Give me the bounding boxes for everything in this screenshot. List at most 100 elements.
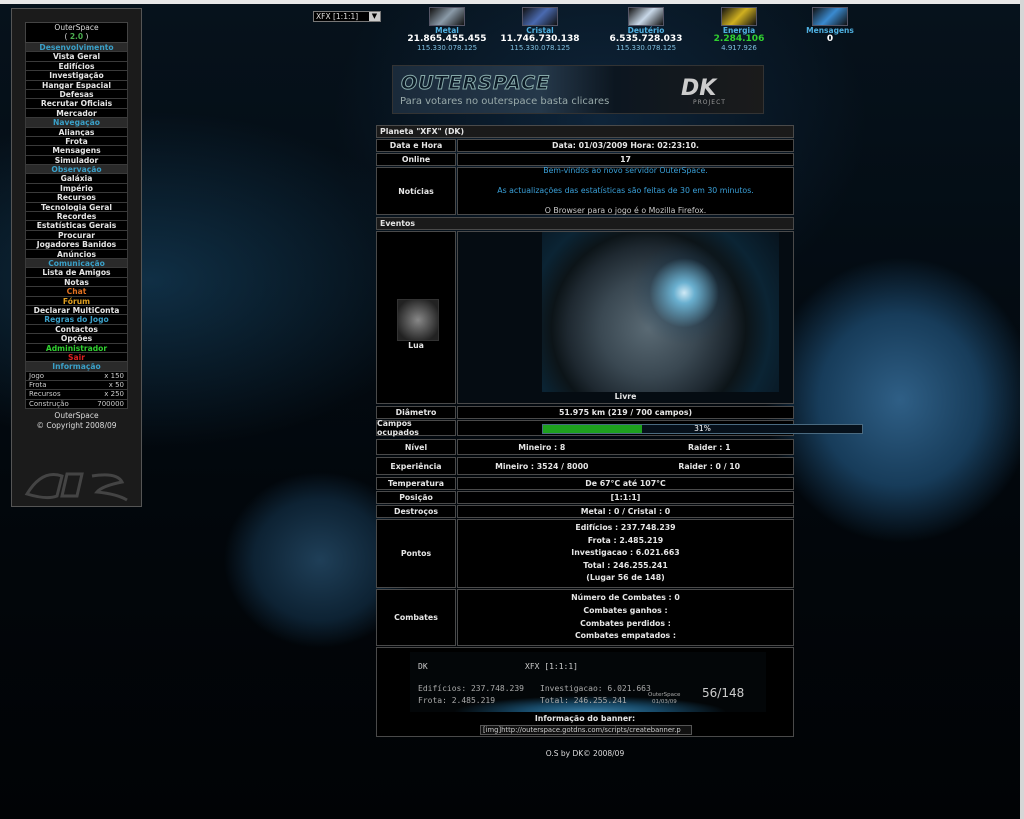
sig-rank: 56/148 bbox=[702, 686, 745, 700]
resource-cristal[interactable]: Cristal 11.746.730.138 115.330.078.125 bbox=[500, 7, 580, 52]
menu-item-vista-geral[interactable]: Vista Geral bbox=[25, 52, 128, 62]
browser-top-edge bbox=[0, 0, 1024, 4]
menu-section-informacao: Informação bbox=[25, 362, 128, 372]
server-info-label: Frota bbox=[29, 380, 47, 389]
signature-box: DK XFX [1:1:1] Edifícios: 237.748.239 In… bbox=[376, 647, 794, 737]
menu-item-aliancas[interactable]: Alianças bbox=[25, 127, 128, 137]
resource-metal[interactable]: Metal 21.865.455.455 115.330.078.125 bbox=[407, 7, 487, 52]
menu-item-regras-do-jogo[interactable]: Regras do Jogo bbox=[25, 315, 128, 325]
signature-url-field[interactable]: [img]http://outerspace.gotdns.com/script… bbox=[480, 725, 692, 735]
menu-item-edificios[interactable]: Edifícios bbox=[25, 61, 128, 72]
resource-amount: 2.284.106 bbox=[713, 34, 765, 44]
menu-item-defesas[interactable]: Defesas bbox=[25, 89, 128, 100]
combat-box: Número de Combates : 0 Combates ganhos :… bbox=[457, 589, 794, 646]
vote-banner[interactable]: OUTERSPACE Para votares no outerspace ba… bbox=[392, 65, 764, 114]
resource-energia[interactable]: Energia 2.284.106 4.917.926 bbox=[699, 7, 779, 52]
resource-amount: 11.746.730.138 bbox=[500, 34, 580, 44]
resource-amount: 6.535.728.033 bbox=[609, 34, 683, 44]
debris-label: Destroços bbox=[376, 505, 456, 518]
left-menu: OuterSpace ( 2.0 ) Desenvolvimento Vista … bbox=[11, 8, 142, 507]
menu-item-jogadores-banidos[interactable]: Jogadores Banidos bbox=[25, 240, 128, 250]
metal-icon bbox=[429, 7, 465, 26]
left-menu-inner: OuterSpace ( 2.0 ) Desenvolvimento Vista … bbox=[25, 22, 128, 431]
mensagens-icon bbox=[812, 7, 848, 26]
temp-label: Temperatura bbox=[376, 477, 456, 490]
banner-title: OUTERSPACE bbox=[400, 72, 551, 95]
resource-capacity: 115.330.078.125 bbox=[509, 44, 571, 52]
menu-section-navegacao: Navegação bbox=[25, 118, 128, 128]
debris-value: Metal : 0 / Cristal : 0 bbox=[457, 505, 794, 518]
menu-item-lista-de-amigos[interactable]: Lista de Amigos bbox=[25, 268, 128, 278]
deuterio-icon bbox=[628, 7, 664, 26]
version-number: 2.0 bbox=[69, 32, 84, 41]
version-open: ( bbox=[64, 32, 68, 41]
menu-item-administrador[interactable]: Administrador bbox=[25, 343, 128, 353]
events-row: Lua Livre bbox=[376, 231, 794, 404]
energia-icon bbox=[721, 7, 757, 26]
position-label: Posição bbox=[376, 491, 456, 504]
points-label: Pontos bbox=[376, 519, 456, 588]
os-logo-icon bbox=[24, 472, 128, 502]
menu-item-galaxia[interactable]: Galáxia bbox=[25, 174, 128, 184]
menu-item-declarar-multiconta[interactable]: Declarar MultiConta bbox=[25, 305, 128, 316]
diameter-label: Diâmetro bbox=[376, 406, 456, 419]
planet-select-value: XFX [1:1:1] bbox=[316, 12, 359, 21]
menu-item-frota[interactable]: Frota bbox=[25, 136, 128, 147]
menu-item-sair[interactable]: Sair bbox=[25, 352, 128, 363]
server-info-row: Frota x 50 bbox=[25, 380, 128, 391]
menu-item-mercador[interactable]: Mercador bbox=[25, 108, 128, 119]
banner-subtitle: Para votares no outerspace basta clicare… bbox=[400, 96, 610, 107]
page-footer: O.S by DK© 2008/09 bbox=[545, 749, 625, 758]
menu-item-recordes[interactable]: Recordes bbox=[25, 212, 128, 222]
server-info-label: Jogo bbox=[29, 371, 45, 380]
sig-brand: OuterSpace bbox=[648, 692, 681, 698]
sig-planet: XFX [1:1:1] bbox=[525, 662, 578, 671]
planet-image[interactable] bbox=[542, 232, 779, 392]
menu-item-recrutar-oficiais[interactable]: Recrutar Oficiais bbox=[25, 99, 128, 109]
server-info-value: x 50 bbox=[108, 380, 124, 389]
menu-item-hangar-espacial[interactable]: Hangar Espacial bbox=[25, 80, 128, 90]
date-label: Data e Hora bbox=[376, 139, 456, 152]
server-info-label: Construção bbox=[29, 399, 69, 408]
news-item: Bem-vindos ao novo servidor OuterSpace. bbox=[543, 166, 708, 175]
resource-capacity: 115.330.078.125 bbox=[416, 44, 478, 52]
sig-player: DK bbox=[418, 662, 428, 671]
menu-item-anuncios[interactable]: Anúncios bbox=[25, 249, 128, 259]
events-header: Eventos bbox=[376, 217, 794, 230]
menu-item-estatisticas-gerais[interactable]: Estatísticas Gerais bbox=[25, 221, 128, 231]
menu-item-investigacao[interactable]: Investigação bbox=[25, 71, 128, 81]
menu-game-title: OuterSpace bbox=[54, 23, 99, 32]
chevron-down-icon[interactable]: ▼ bbox=[369, 12, 380, 21]
menu-item-imperio[interactable]: Império bbox=[25, 183, 128, 194]
scrollbar[interactable] bbox=[1020, 0, 1024, 819]
menu-item-recursos[interactable]: Recursos bbox=[25, 193, 128, 203]
menu-item-forum[interactable]: Fórum bbox=[25, 296, 128, 306]
version-close: ) bbox=[85, 32, 89, 41]
level-label: Nível bbox=[376, 439, 456, 455]
points-research: Investigacao : 6.021.663 bbox=[571, 548, 680, 558]
menu-item-tecnologia-geral[interactable]: Tecnologia Geral bbox=[25, 202, 128, 213]
resource-mensagens[interactable]: Mensagens 0 bbox=[790, 7, 870, 44]
news-item: As actualizações das estatísticas são fe… bbox=[497, 186, 754, 195]
menu-item-simulador[interactable]: Simulador bbox=[25, 155, 128, 166]
combat-label: Combates bbox=[376, 589, 456, 646]
sig-fleet: Frota: 2.485.219 bbox=[418, 696, 496, 705]
sig-date: 01/03/09 bbox=[652, 699, 677, 705]
menu-item-chat[interactable]: Chat bbox=[25, 287, 128, 297]
menu-item-opcoes[interactable]: Opções bbox=[25, 334, 128, 344]
cristal-icon bbox=[522, 7, 558, 26]
moon-image[interactable] bbox=[397, 299, 439, 341]
menu-item-mensagens[interactable]: Mensagens bbox=[25, 146, 128, 156]
signature-banner-image[interactable]: DK XFX [1:1:1] Edifícios: 237.748.239 In… bbox=[410, 652, 766, 712]
sig-research: Investigacao: 6.021.663 bbox=[540, 684, 651, 693]
moon-cell[interactable]: Lua bbox=[376, 231, 456, 404]
resource-deuterio[interactable]: Deutério 6.535.728.033 115.330.078.125 bbox=[606, 7, 686, 52]
combat-won: Combates ganhos : bbox=[583, 605, 668, 615]
planet-select[interactable]: XFX [1:1:1] ▼ bbox=[313, 11, 381, 22]
menu-item-notas[interactable]: Notas bbox=[25, 277, 128, 288]
points-buildings: Edifícios : 237.748.239 bbox=[575, 523, 676, 533]
menu-item-contactos[interactable]: Contactos bbox=[25, 324, 128, 335]
menu-item-procurar[interactable]: Procurar bbox=[25, 230, 128, 241]
position-value[interactable]: [1:1:1] bbox=[457, 491, 794, 504]
level-miner: Mineiro : 8 bbox=[518, 442, 566, 452]
